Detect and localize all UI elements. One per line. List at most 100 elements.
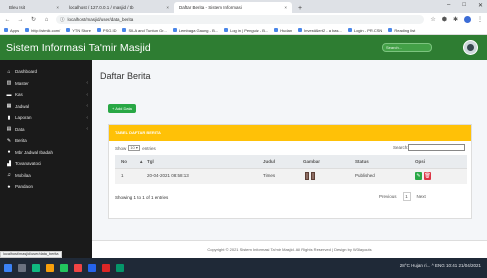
new-tab-button[interactable]: + — [298, 5, 302, 12]
news-table-card: TABEL DAFTAR BERITA Show 10 ▾ entries Se… — [108, 124, 472, 219]
sidebar-item-data[interactable]: ▤ Data ‹ — [0, 124, 92, 136]
reload-icon[interactable]: ↻ — [30, 16, 37, 23]
table-header: No ▲ Tgl Judul Gambar Status Opsi — [115, 155, 467, 168]
file-icon: ▮ — [7, 114, 11, 121]
close-icon[interactable]: × — [166, 5, 169, 10]
system-tray[interactable]: 28°C Hujan ri... ^ ENG 10:41 21/04/2021 — [400, 263, 481, 268]
bookmark[interactable]: SILA and Tuntun Gr... — [122, 28, 167, 33]
bookmarks-bar: Apps http://stmik.com/ YTN Store PSG.ID … — [0, 26, 487, 35]
star-icon[interactable]: ☆ — [430, 16, 435, 23]
sidebar-item-pandaon[interactable]: ♠ Pandaon — [0, 181, 92, 193]
bookmark[interactable]: Hudan — [274, 28, 292, 33]
browser-tab-bar: Bleu Isit × localhost / 127.0.0.1 / masj… — [0, 0, 487, 13]
bookmark[interactable]: Log in | Penguiz - B... — [224, 28, 268, 33]
close-icon[interactable]: × — [284, 5, 287, 10]
thumbnail-image[interactable] — [311, 172, 315, 180]
apps-icon — [4, 28, 8, 32]
windows-icon[interactable] — [4, 264, 12, 272]
chrome-icon[interactable] — [60, 264, 68, 272]
sidebar-item-jadwal[interactable]: ▦ Jadwal ‹ — [0, 101, 92, 113]
browser-tab[interactable]: localhost / 127.0.0.1 / masjid / tb × — [64, 2, 174, 13]
info-icon: ● — [7, 149, 11, 156]
sidebar-item-tovanavatoci[interactable]: ▟ Tovanavatoci — [0, 158, 92, 170]
bookmark-icon — [347, 28, 352, 32]
home-icon[interactable]: ⌂ — [43, 17, 50, 23]
cell-tgl: 20-04-2021 08:58:13 — [147, 173, 189, 178]
browser-tab[interactable]: Bleu Isit × — [4, 2, 64, 13]
bell-icon: ♠ — [7, 183, 11, 190]
app-icon[interactable] — [32, 264, 40, 272]
bookmark[interactable]: PSG.ID — [96, 28, 116, 33]
bookmark-icon — [224, 28, 229, 32]
add-data-button[interactable]: + Add Data — [108, 104, 136, 113]
sidebar-item-jadwal-ibadah[interactable]: ● Mbr Jadwal Ibadah — [0, 147, 92, 159]
window-controls: – □ ✕ — [447, 2, 483, 9]
header-search-input[interactable]: Search... — [382, 43, 432, 52]
puzzle-icon[interactable]: ✱ — [453, 16, 458, 23]
table-icon: ▤ — [6, 126, 12, 133]
bookmark[interactable]: Lembaga Gaung - B... — [172, 28, 218, 33]
length-control: Show 10 ▾ entries — [115, 145, 156, 151]
next-button[interactable]: Next — [417, 194, 426, 199]
table-search-input[interactable] — [408, 144, 465, 151]
profile-avatar[interactable] — [464, 16, 471, 23]
bookmark[interactable]: YTN Store — [66, 28, 91, 33]
user-avatar[interactable] — [463, 40, 478, 55]
col-gambar[interactable]: Gambar — [303, 159, 320, 164]
url-field[interactable]: ⓘ localhost/masjid/user/data_berita — [56, 15, 425, 24]
thumbnail-image[interactable] — [305, 172, 309, 180]
bookmark[interactable]: Login - PR.CSN — [347, 28, 382, 33]
entries-label: entries — [142, 145, 156, 151]
app-icon[interactable] — [74, 264, 82, 272]
folder-icon[interactable] — [46, 264, 54, 272]
chevron-left-icon: ‹ — [86, 103, 88, 110]
sidebar-item-master[interactable]: ▥ Master ‹ — [0, 78, 92, 90]
card-title: TABEL DAFTAR BERITA — [109, 125, 471, 141]
sort-icon[interactable]: ▲ — [139, 159, 143, 164]
bookmark-icon — [25, 28, 30, 32]
browser-tab-active[interactable]: Daftar Berita - Sistem Informasi × — [174, 2, 292, 13]
bookmark[interactable]: Reading list — [388, 28, 415, 33]
tab-label: Daftar Berita - Sistem Informasi — [179, 5, 242, 10]
previous-button[interactable]: Previous — [379, 194, 397, 199]
chevron-left-icon: ‹ — [86, 114, 88, 121]
app-icon[interactable] — [102, 264, 110, 272]
search-icon[interactable] — [18, 264, 26, 272]
page-button[interactable]: 1 — [402, 192, 411, 201]
menu-icon[interactable]: ⋮ — [477, 16, 483, 23]
bookmark[interactable]: http://stmik.com/ — [25, 28, 60, 33]
col-status[interactable]: Status — [355, 159, 369, 164]
entries-select[interactable]: 10 ▾ — [128, 145, 141, 151]
sidebar-item-berita[interactable]: ✎ Berita — [0, 135, 92, 147]
edit-button[interactable]: ✎ — [415, 172, 422, 180]
chevron-left-icon: ‹ — [86, 91, 88, 98]
maximize-icon[interactable]: □ — [462, 2, 466, 9]
app-icon[interactable] — [116, 264, 124, 272]
word-icon[interactable] — [88, 264, 96, 272]
delete-button[interactable]: 🗑 — [424, 172, 431, 180]
back-icon[interactable]: ← — [4, 17, 11, 23]
bookmark[interactable]: Apps — [4, 28, 19, 33]
cell-judul: Times — [263, 173, 276, 178]
bookmark-icon — [274, 28, 279, 32]
col-judul[interactable]: Judul — [263, 159, 275, 164]
main-content: Daftar Berita + Add Data TABEL DAFTAR BE… — [92, 60, 487, 258]
close-icon[interactable]: × — [56, 5, 59, 10]
close-window-icon[interactable]: ✕ — [478, 2, 483, 9]
col-no[interactable]: No — [121, 159, 127, 164]
star-icon: ✎ — [6, 137, 12, 144]
col-opsi[interactable]: Opsi — [415, 159, 425, 164]
sidebar-item-laporan[interactable]: ▮ Laporan ‹ — [0, 112, 92, 124]
sidebar-item-dashboard[interactable]: ⌂ Dashboard — [0, 66, 92, 78]
cell-status: Published — [355, 173, 375, 178]
bookmark-icon — [122, 28, 127, 32]
table-row: 1 20-04-2021 08:58:13 Times Published ✎ … — [115, 168, 467, 184]
avatar-head-icon — [467, 44, 474, 51]
col-tgl[interactable]: Tgl — [147, 159, 154, 164]
forward-icon[interactable]: → — [17, 17, 24, 23]
sidebar-item-mobilaa[interactable]: ♫ Mobilaa — [0, 170, 92, 182]
sidebar-item-kas[interactable]: ▬ Kas ‹ — [0, 89, 92, 101]
minimize-icon[interactable]: – — [447, 2, 450, 9]
extension-icon[interactable]: ⬢ — [442, 16, 447, 23]
bookmark[interactable]: InvestAlert2 - a bas... — [298, 28, 342, 33]
